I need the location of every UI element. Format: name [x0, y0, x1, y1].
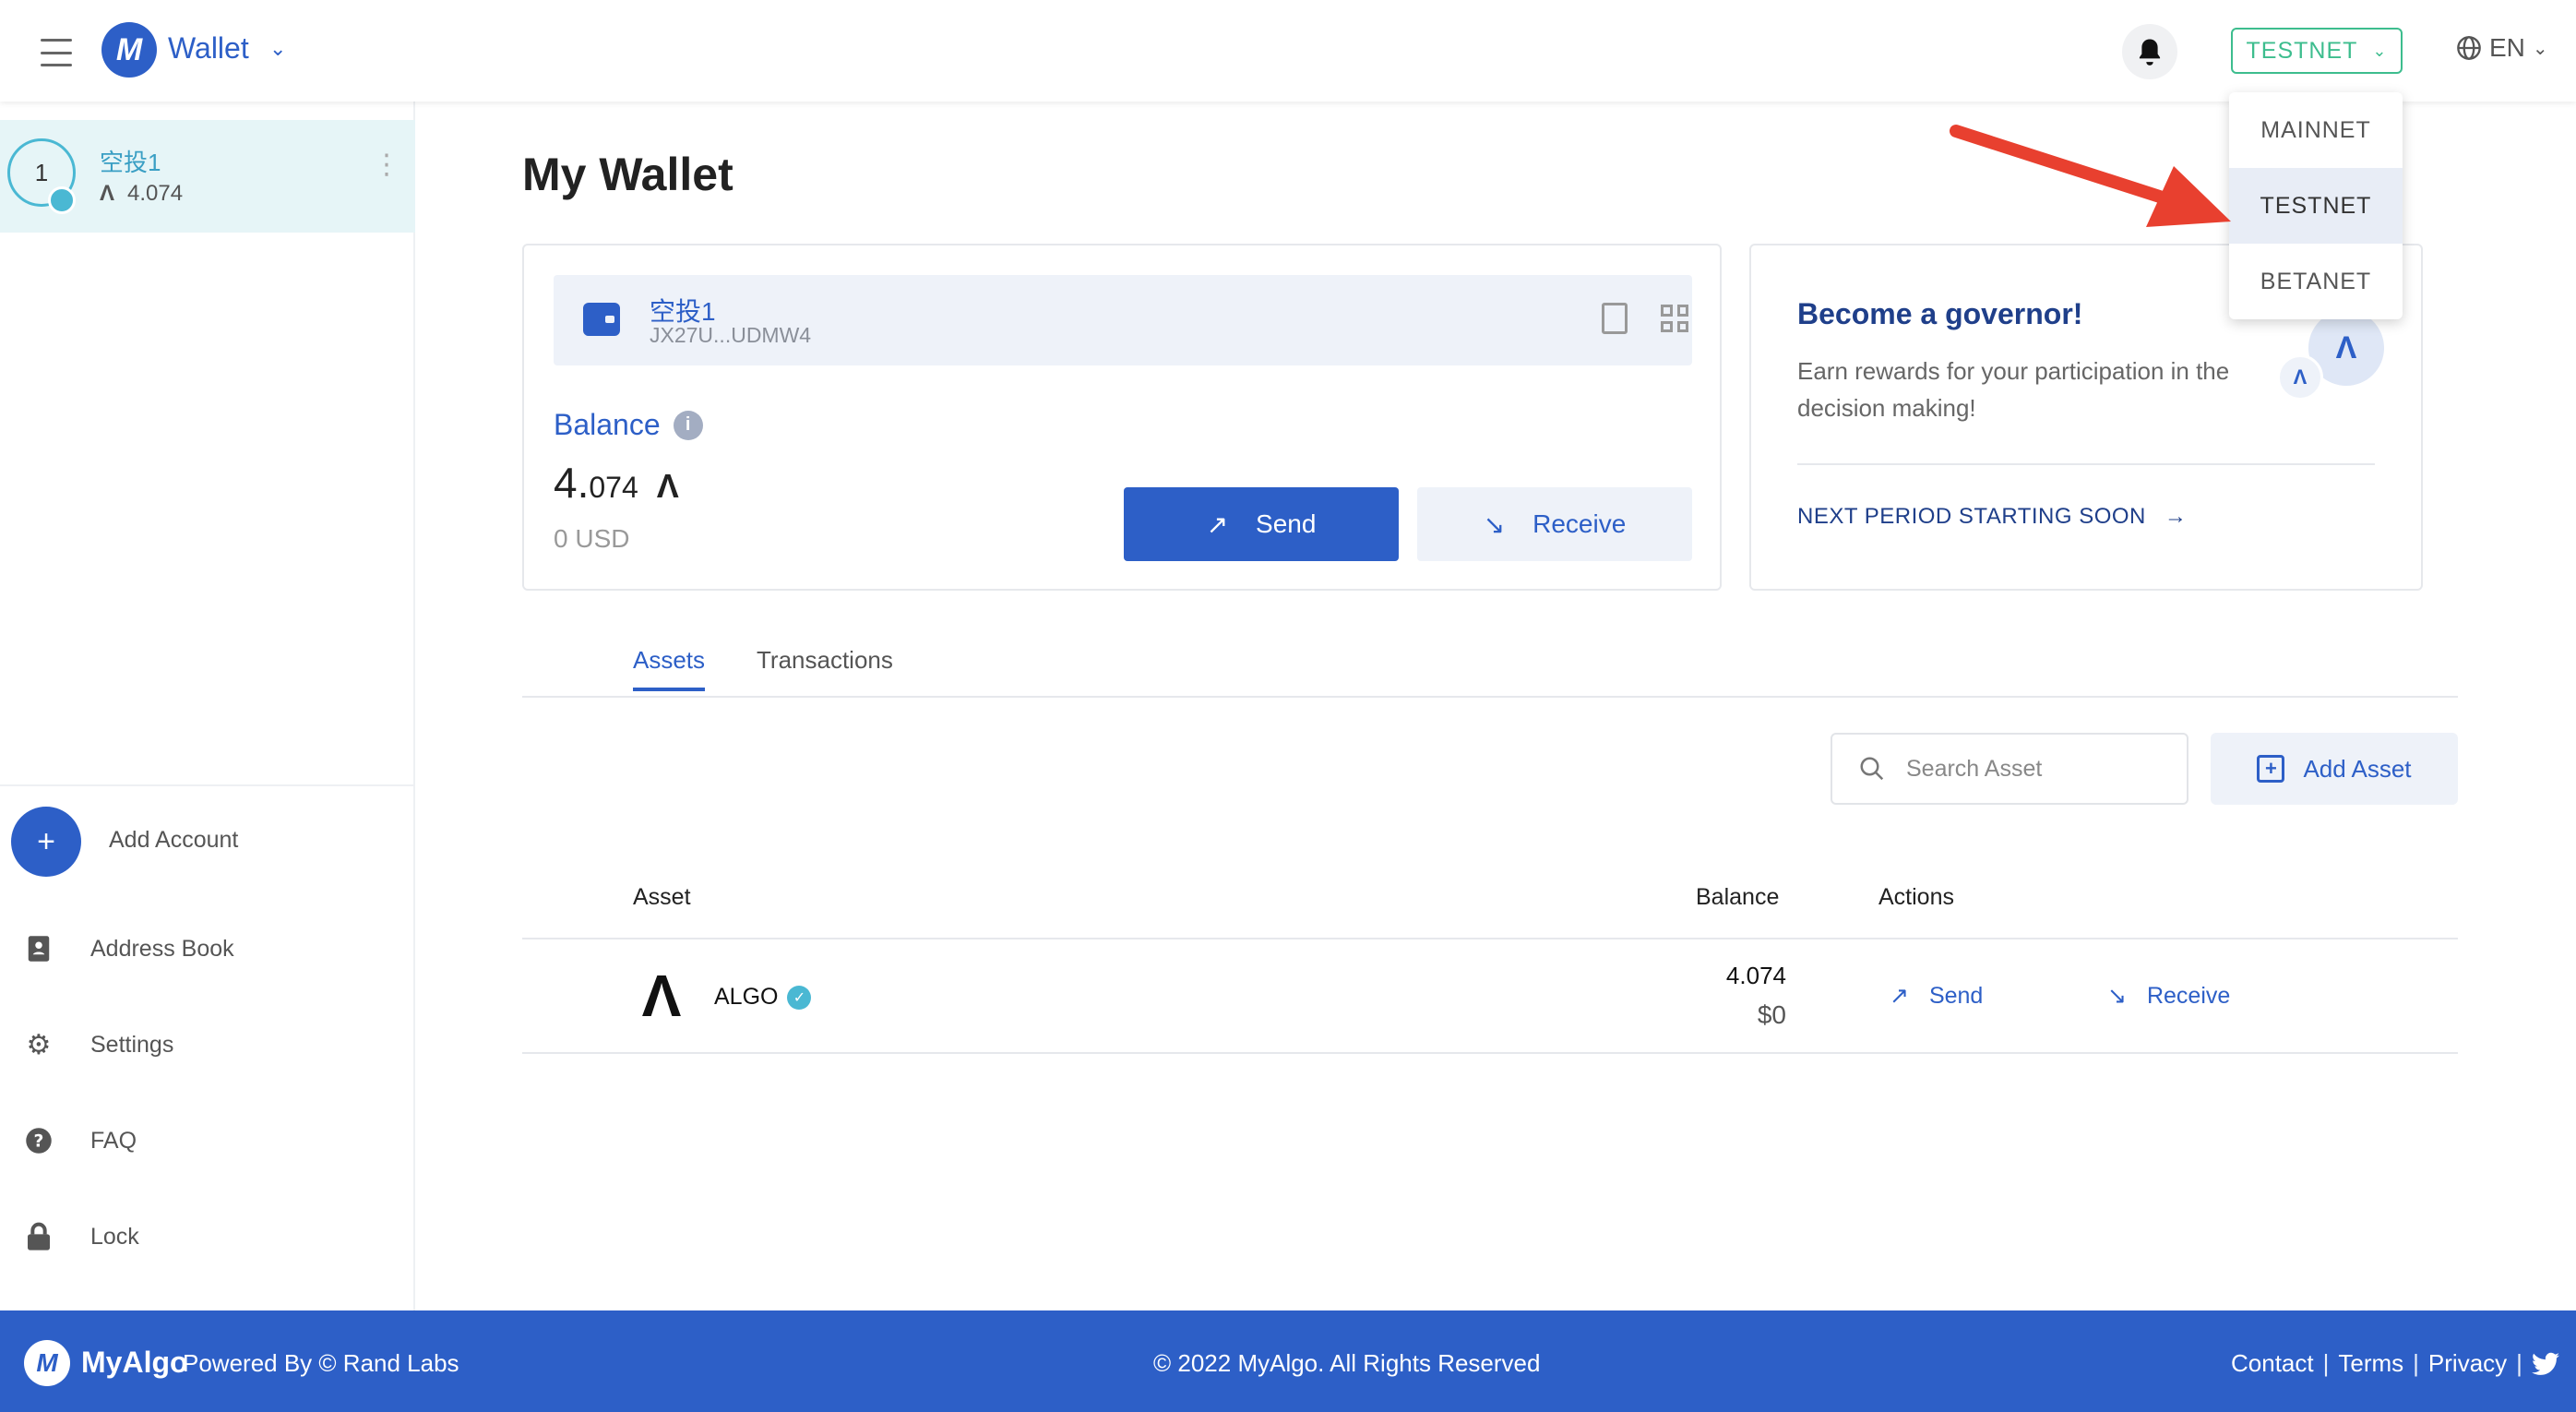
language-value: EN	[2489, 33, 2525, 62]
column-header-balance: Balance	[1696, 884, 1780, 910]
app-title[interactable]: Wallet	[168, 31, 249, 66]
column-header-asset: Asset	[633, 884, 691, 910]
next-period-link[interactable]: NEXT PERIOD STARTING SOON →	[1797, 504, 2187, 530]
asset-balance: 4.074	[1725, 962, 1786, 989]
arrow-down-right-icon: ↘	[1483, 509, 1506, 539]
network-select[interactable]: TESTNET ⌄	[2231, 28, 2403, 74]
account-name: 空投1	[100, 149, 161, 176]
sidebar-item-address-book[interactable]: Address Book	[24, 934, 234, 963]
footer-link-privacy[interactable]: Privacy	[2428, 1349, 2507, 1378]
info-icon[interactable]: i	[673, 410, 703, 440]
column-header-actions: Actions	[1878, 884, 1954, 910]
table-divider	[522, 938, 2458, 939]
notification-bell-icon[interactable]	[2122, 24, 2177, 79]
add-asset-button[interactable]: + Add Asset	[2211, 733, 2458, 805]
add-account-button[interactable]: +	[11, 807, 81, 877]
svg-text:?: ?	[34, 1131, 44, 1151]
asset-usd: $0	[1757, 1000, 1786, 1029]
wallet-badge-icon	[48, 186, 76, 214]
footer: M MyAlgo Powered By © Rand Labs © 2022 M…	[0, 1310, 2576, 1412]
search-icon	[1860, 757, 1884, 781]
sidebar-item-label: Address Book	[90, 935, 234, 962]
plus-box-icon: +	[2257, 755, 2285, 783]
copy-icon[interactable]	[1602, 303, 1628, 334]
verified-icon: ✓	[787, 985, 812, 1010]
row-receive-button[interactable]: ↘ Receive	[2107, 982, 2230, 1010]
search-asset-field[interactable]	[1831, 733, 2188, 805]
footer-link-contact[interactable]: Contact	[2231, 1349, 2314, 1378]
myalgo-logo-icon: M	[24, 1340, 70, 1386]
language-select[interactable]: EN ⌄	[2456, 33, 2548, 63]
tab-bar: Assets Transactions	[522, 646, 2458, 698]
wallet-card: 空投1 JX27U...UDMW4 Balance i 4. 074 Λ 0 US…	[522, 244, 1722, 591]
sidebar-item-label: Settings	[90, 1031, 174, 1058]
governor-title: Become a governor!	[1797, 297, 2083, 330]
globe-icon	[2457, 36, 2481, 60]
arrow-up-right-icon: ↗	[1890, 983, 1909, 1009]
balance-value: 4. 074 Λ	[554, 459, 679, 507]
tab-assets[interactable]: Assets	[633, 646, 706, 691]
wallet-icon	[583, 303, 620, 336]
tab-transactions[interactable]: Transactions	[757, 646, 893, 688]
account-item[interactable]: 1 空投1 Λ 4.074 ⋮	[0, 120, 415, 233]
balance-usd: 0 USD	[554, 524, 630, 553]
myalgo-logo-icon: M	[101, 22, 157, 78]
footer-powered-by: Powered By © Rand Labs	[183, 1349, 459, 1377]
footer-links: Contact | Terms | Privacy |	[2231, 1349, 2559, 1378]
hamburger-menu-icon[interactable]	[41, 39, 72, 66]
sidebar: 1 空投1 Λ 4.074 ⋮ + Add Account Address Boo…	[0, 102, 415, 1310]
network-dropdown: MAINNET TESTNET BETANET	[2229, 92, 2403, 319]
network-select-value: TESTNET	[2246, 37, 2358, 64]
gear-icon: ⚙	[26, 1029, 52, 1060]
address-box: 空投1 JX27U...UDMW4	[554, 275, 1692, 365]
add-account-label[interactable]: Add Account	[109, 827, 238, 854]
footer-brand: MyAlgo	[81, 1346, 188, 1379]
algo-icon: Λ	[100, 181, 115, 206]
account-balance: Λ 4.074	[100, 181, 184, 206]
question-icon: ?	[24, 1126, 54, 1155]
governor-text: Earn rewards for your participation in t…	[1797, 357, 2230, 422]
search-asset-input[interactable]	[1906, 755, 2165, 783]
lock-icon	[24, 1222, 54, 1251]
receive-button[interactable]: ↘ Receive	[1417, 487, 1692, 561]
network-option-testnet[interactable]: TESTNET	[2229, 168, 2403, 244]
qr-code-icon[interactable]	[1661, 305, 1688, 332]
wallet-address: JX27U...UDMW4	[650, 323, 812, 347]
sidebar-item-label: Lock	[90, 1223, 139, 1250]
footer-link-terms[interactable]: Terms	[2338, 1349, 2403, 1378]
sidebar-item-faq[interactable]: ? FAQ	[24, 1126, 137, 1155]
network-option-mainnet[interactable]: MAINNET	[2229, 92, 2403, 168]
network-option-betanet[interactable]: BETANET	[2229, 244, 2403, 319]
chevron-down-icon[interactable]: ⌄	[269, 37, 286, 61]
governor-divider	[1797, 463, 2375, 465]
arrow-down-right-icon: ↘	[2107, 983, 2127, 1009]
account-more-icon[interactable]: ⋮	[373, 151, 400, 179]
row-send-button[interactable]: ↗ Send	[1890, 982, 1983, 1010]
arrow-right-icon: →	[2164, 504, 2188, 529]
twitter-icon[interactable]	[2531, 1352, 2559, 1376]
sidebar-item-lock[interactable]: Lock	[24, 1222, 139, 1251]
algo-icon: Λ	[641, 963, 682, 1029]
address-book-icon	[24, 934, 54, 963]
send-button[interactable]: ↗ Send	[1124, 487, 1399, 561]
sidebar-item-settings[interactable]: ⚙ Settings	[24, 1029, 174, 1060]
chevron-down-icon: ⌄	[2372, 41, 2388, 60]
table-divider	[522, 1052, 2458, 1054]
sidebar-item-label: FAQ	[90, 1127, 137, 1154]
chevron-down-icon: ⌄	[2532, 38, 2548, 59]
top-header: M Wallet ⌄ TESTNET ⌄ EN ⌄	[0, 0, 2576, 102]
footer-copyright: © 2022 MyAlgo. All Rights Reserved	[1153, 1349, 1541, 1377]
annotation-arrow-icon	[1950, 125, 2231, 227]
balance-label: Balance i	[554, 408, 703, 442]
asset-name: ALGO ✓	[714, 984, 812, 1011]
sidebar-divider	[0, 784, 415, 786]
page-title: My Wallet	[522, 149, 733, 200]
algo-icon: Λ	[2277, 354, 2323, 401]
arrow-up-right-icon: ↗	[1206, 509, 1229, 539]
algo-icon: Λ	[656, 467, 679, 505]
